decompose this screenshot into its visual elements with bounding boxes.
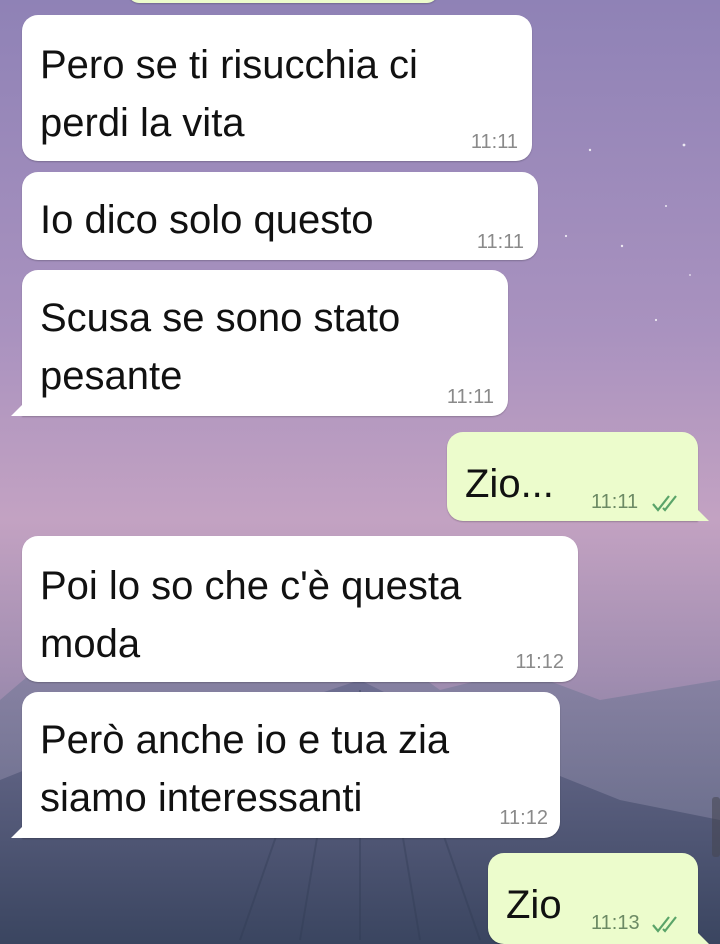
double-check-icon: [652, 495, 677, 512]
message-timestamp: 11:11: [470, 131, 518, 153]
bubble-tail: [695, 507, 709, 521]
message-text-line: Scusa se sono stato: [40, 296, 401, 340]
message-bubble-incoming[interactable]: Però anche io e tua zia siamo interessan…: [11, 692, 560, 838]
bubble-tail: [11, 402, 25, 416]
message-bubble-outgoing[interactable]: Zio 11:13: [488, 853, 709, 944]
message-text-line: perdi la vita: [40, 101, 245, 145]
double-check-icon: [652, 916, 677, 933]
message-text-line: Però anche io e tua zia: [40, 718, 450, 762]
bubble-tail: [11, 824, 25, 838]
message-text-line: moda: [40, 622, 141, 666]
message-bubble-incoming[interactable]: Poi lo so che c'è questa moda 11:12: [22, 536, 578, 682]
message-timestamp: 11:11: [476, 231, 524, 253]
message-timestamp: 11:11: [446, 386, 494, 408]
message-list[interactable]: Pero se ti risucchia ci perdi la vita 11…: [0, 0, 720, 944]
message-text-line: pesante: [40, 354, 183, 398]
message-timestamp: 11:11: [591, 491, 639, 513]
message-timestamp: 11:12: [499, 807, 548, 829]
message-bubble-outgoing[interactable]: Zio... 11:11: [447, 432, 709, 521]
message-text-line: Poi lo so che c'è questa: [40, 564, 462, 608]
message-timestamp: 11:12: [515, 651, 564, 673]
message-bubble-incoming[interactable]: Scusa se sono stato pesante 11:11: [11, 270, 508, 416]
message-bubble-incoming[interactable]: Io dico solo questo 11:11: [22, 172, 538, 260]
message-text-line: Zio: [506, 883, 562, 927]
previous-message-fragment: [128, 0, 438, 3]
message-timestamp: 11:13: [591, 912, 640, 934]
message-text-line: siamo interessanti: [40, 776, 363, 820]
bubble-tail: [695, 930, 709, 944]
message-text-line: Pero se ti risucchia ci: [40, 43, 418, 87]
message-bubble-incoming[interactable]: Pero se ti risucchia ci perdi la vita 11…: [22, 15, 532, 161]
message-text-line: Io dico solo questo: [40, 198, 374, 242]
message-text-line: Zio...: [465, 462, 554, 506]
